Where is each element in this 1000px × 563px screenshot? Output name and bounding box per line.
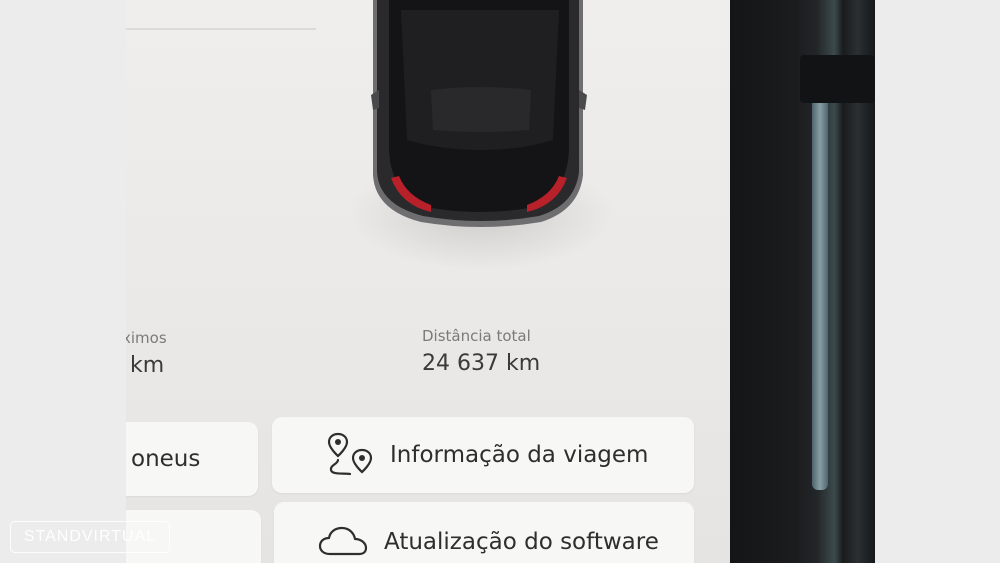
partial-stat: ximos km xyxy=(126,329,167,378)
software-update-label: Atualização do software xyxy=(384,529,659,555)
tires-button[interactable]: oneus xyxy=(126,422,258,496)
right-margin xyxy=(875,0,1000,563)
total-distance-label: Distância total xyxy=(422,327,531,345)
left-margin xyxy=(0,0,126,563)
partial-stat-value: km xyxy=(130,353,165,378)
trip-info-button[interactable]: Informação da viagem xyxy=(272,417,694,493)
top-divider xyxy=(126,28,316,30)
cloud-icon xyxy=(318,526,370,558)
total-distance-stat: Distância total 24 637 km xyxy=(422,327,540,376)
mount-clip xyxy=(800,55,875,103)
partial-stat-label: ximos xyxy=(126,329,167,347)
bezel-reflection xyxy=(812,90,828,490)
total-distance-value: 24 637 km xyxy=(422,351,541,376)
trip-info-label: Informação da viagem xyxy=(390,442,649,468)
watermark-logo: STANDVIRTUAL xyxy=(10,521,170,553)
software-update-button[interactable]: Atualização do software xyxy=(274,502,694,563)
route-pins-icon xyxy=(326,432,376,478)
vehicle-screen: ximos km Distância total 24 637 km oneus… xyxy=(126,0,730,563)
tires-button-label: oneus xyxy=(131,446,201,472)
car-top-view-icon xyxy=(371,0,587,227)
